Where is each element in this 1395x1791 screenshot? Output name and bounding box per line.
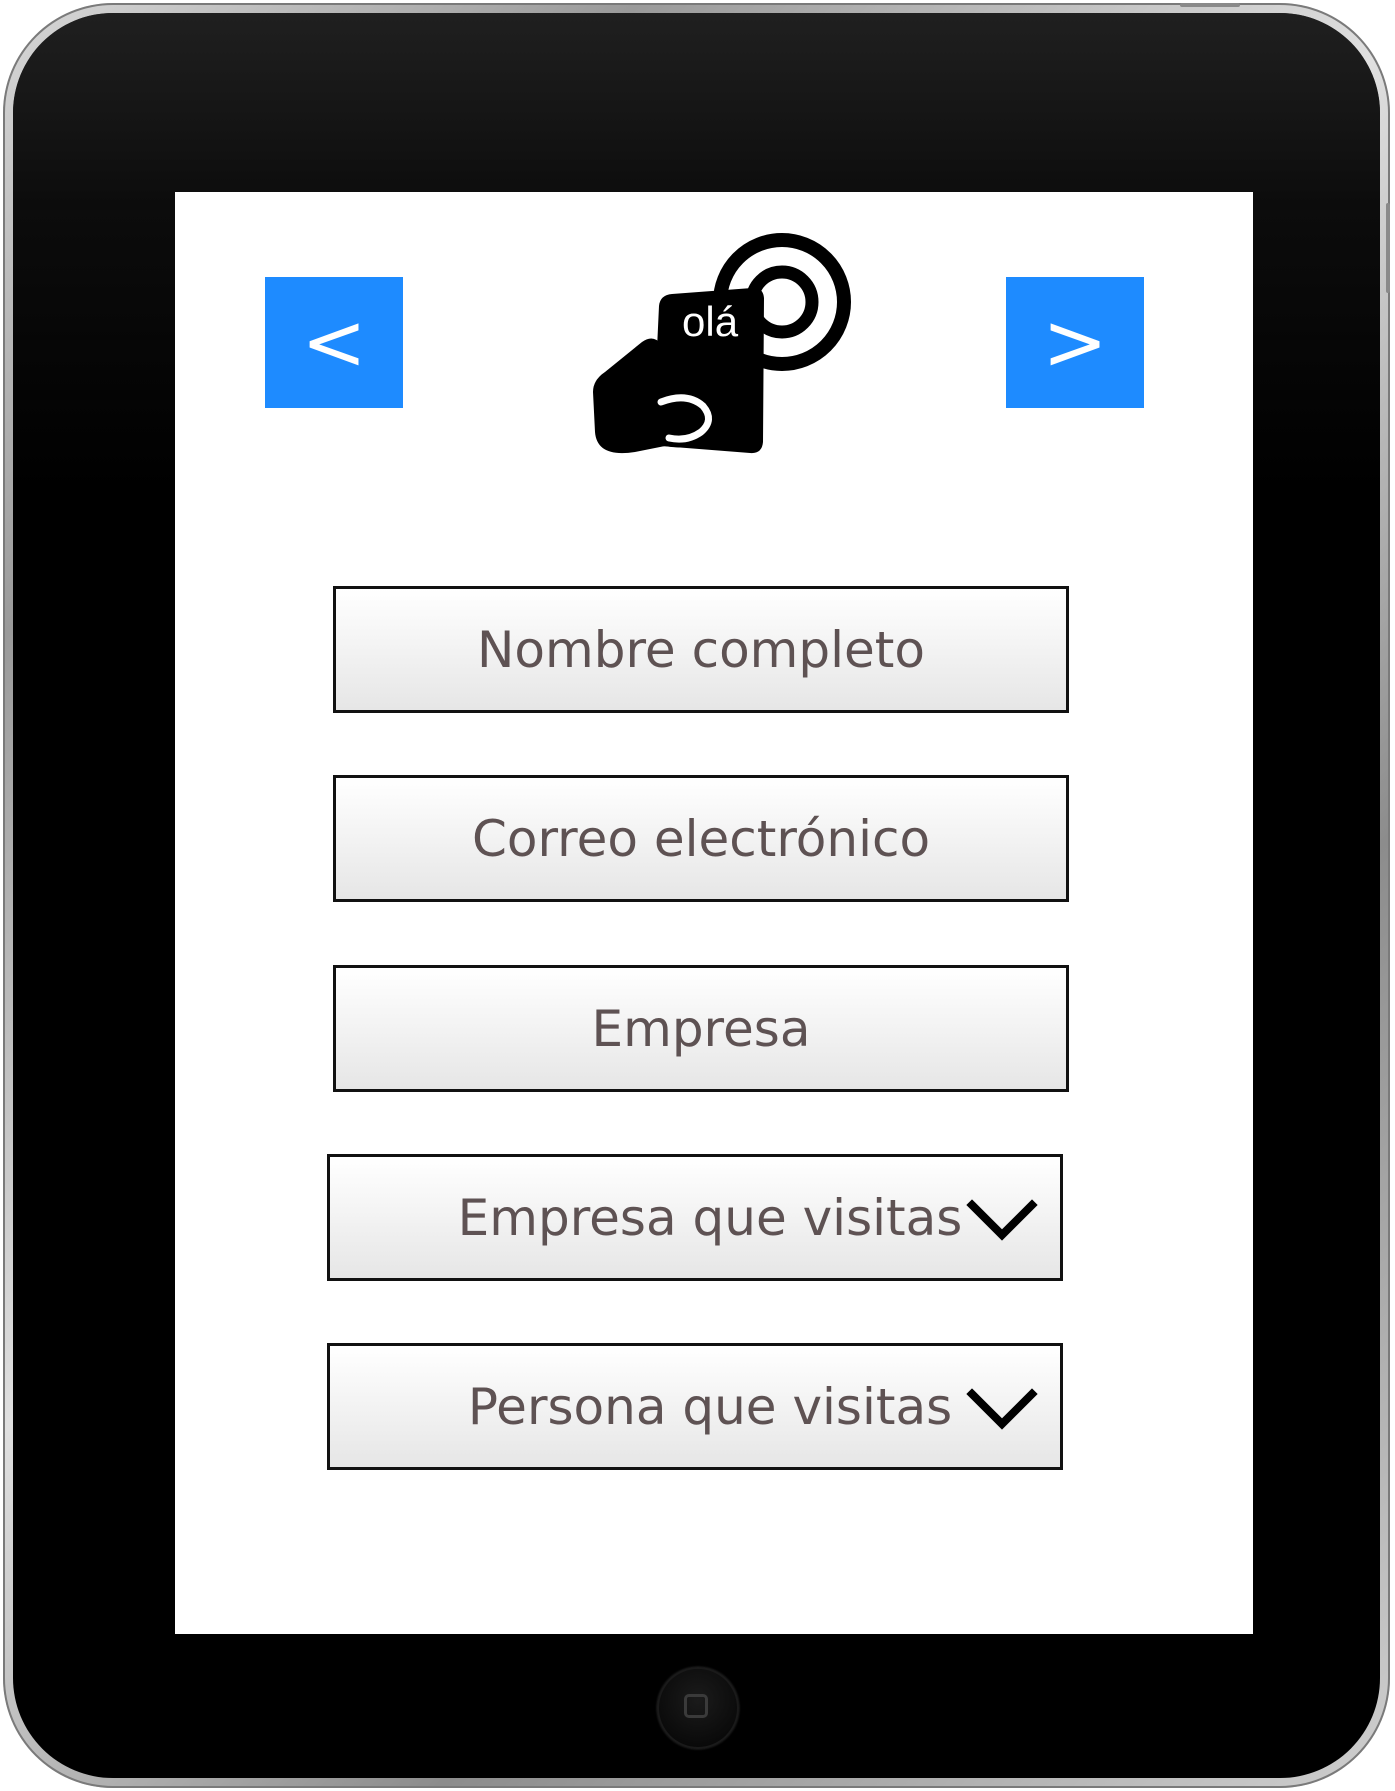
previous-button[interactable]: <	[265, 277, 403, 408]
email-field[interactable]: Correo electrónico	[333, 775, 1069, 902]
power-key	[1180, 3, 1240, 7]
chevron-down-icon	[966, 1199, 1038, 1241]
visited-person-label: Persona que visitas	[467, 1377, 953, 1436]
email-label: Correo electrónico	[471, 809, 931, 868]
visited-company-select[interactable]: Empresa que visitas	[327, 1154, 1063, 1281]
visited-person-select[interactable]: Persona que visitas	[327, 1343, 1063, 1470]
volume-key	[1386, 203, 1390, 293]
full-name-field[interactable]: Nombre completo	[333, 586, 1069, 713]
visited-company-label: Empresa que visitas	[457, 1188, 963, 1247]
logo-text: olá	[682, 298, 739, 345]
tablet-bezel: < olá > Nombre completo Correo electróni…	[13, 13, 1380, 1778]
tablet-device-frame: < olá > Nombre completo Correo electróni…	[3, 3, 1390, 1788]
full-name-label: Nombre completo	[477, 620, 925, 679]
company-label: Empresa	[591, 999, 811, 1058]
ola-logo: olá	[593, 233, 851, 454]
chevron-down-icon	[966, 1388, 1038, 1430]
home-button[interactable]	[657, 1667, 739, 1749]
home-square-icon	[684, 1694, 708, 1718]
app-screen: < olá > Nombre completo Correo electróni…	[175, 192, 1253, 1634]
next-button[interactable]: >	[1006, 277, 1144, 408]
company-field[interactable]: Empresa	[333, 965, 1069, 1092]
